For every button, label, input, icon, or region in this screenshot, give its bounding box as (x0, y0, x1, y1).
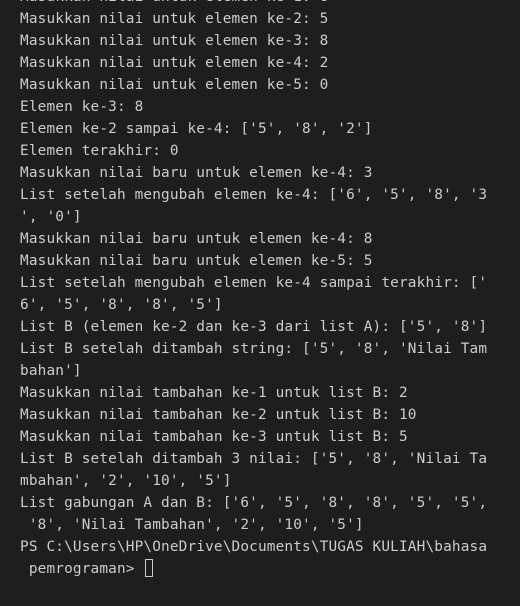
terminal-line: Masukkan nilai untuk elemen ke-1: 6 (20, 0, 520, 8)
terminal-line: '8', 'Nilai Tambahan', '2', '10', '5'] (20, 517, 364, 533)
terminal-line: List B setelah ditambah 3 nilai: ['5', '… (20, 451, 488, 467)
terminal-line: List gabungan A dan B: ['6', '5', '8', '… (20, 495, 488, 511)
terminal-line: Masukkan nilai untuk elemen ke-2: 5 (20, 11, 329, 27)
terminal-line: Masukkan nilai untuk elemen ke-5: 0 (20, 77, 329, 93)
terminal-line: mbahan', '2', '10', '5'] (20, 473, 232, 489)
terminal-line: Masukkan nilai baru untuk elemen ke-4: 3 (20, 165, 373, 181)
terminal-line: List setelah mengubah elemen ke-4 sampai… (20, 275, 488, 291)
terminal-line: Masukkan nilai untuk elemen ke-3: 8 (20, 33, 329, 49)
terminal-line: List B (elemen ke-2 dan ke-3 dari list A… (20, 319, 488, 335)
terminal-line: Elemen ke-2 sampai ke-4: ['5', '8', '2'] (20, 121, 373, 137)
terminal-prompt-continuation: pemrograman> (20, 558, 520, 580)
terminal-cursor[interactable] (145, 559, 154, 577)
terminal-line: ', '0'] (20, 209, 82, 225)
terminal-line: Masukkan nilai tambahan ke-3 untuk list … (20, 429, 408, 445)
terminal-line: Masukkan nilai tambahan ke-1 untuk list … (20, 385, 408, 401)
terminal-line: Masukkan nilai baru untuk elemen ke-4: 8 (20, 231, 373, 247)
terminal-prompt-text: pemrograman> (20, 561, 144, 577)
terminal-prompt-line: PS C:\Users\HP\OneDrive\Documents\TUGAS … (20, 539, 488, 555)
terminal-line: List setelah mengubah elemen ke-4: ['6',… (20, 187, 488, 203)
terminal-line: Elemen terakhir: 0 (20, 143, 179, 159)
terminal-panel[interactable]: Masukkan nilai untuk elemen ke-1: 6 Masu… (0, 0, 520, 592)
terminal-line: Elemen ke-3: 8 (20, 99, 144, 115)
terminal-line: 6', '5', '8', '8', '5'] (20, 297, 223, 313)
terminal-line: bahan'] (20, 363, 82, 379)
terminal-line: Masukkan nilai untuk elemen ke-4: 2 (20, 55, 329, 71)
terminal-line: Masukkan nilai baru untuk elemen ke-5: 5 (20, 253, 373, 269)
terminal-line: Masukkan nilai tambahan ke-2 untuk list … (20, 407, 417, 423)
terminal-line: List B setelah ditambah string: ['5', '8… (20, 341, 488, 357)
